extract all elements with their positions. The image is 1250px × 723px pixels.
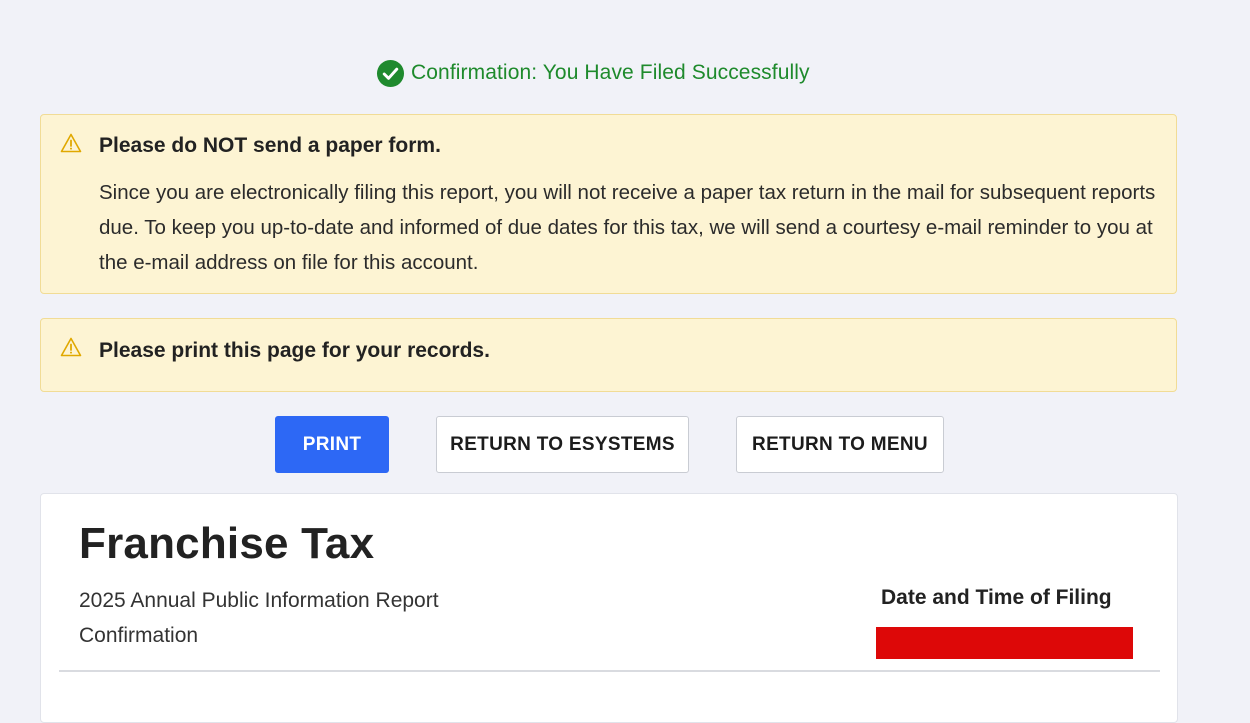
warning-icon [60,133,82,153]
print-button[interactable]: PRINT [275,416,389,473]
alert-title: Please print this page for your records. [99,339,490,362]
page-title: Franchise Tax [79,519,375,568]
warning-icon [60,337,82,357]
return-to-menu-button[interactable]: RETURN TO MENU [736,416,944,473]
report-type: Confirmation [79,624,199,647]
confirmation-text: Confirmation: You Have Filed Successfull… [411,61,810,84]
alert-title: Please do NOT send a paper form. [99,134,441,157]
paper-form-alert: Please do NOT send a paper form. Since y… [40,114,1177,294]
divider [59,670,1160,672]
return-to-esystems-button[interactable]: RETURN TO ESYSTEMS [436,416,689,473]
confirmation-banner: Confirmation: You Have Filed Successfull… [376,58,810,88]
filing-date-label: Date and Time of Filing [881,586,1112,609]
report-name: 2025 Annual Public Information Report [79,589,439,612]
filing-summary-card: Franchise Tax 2025 Annual Public Informa… [40,493,1178,723]
alert-body: Since you are electronically filing this… [99,181,1156,274]
report-subtitle: 2025 Annual Public Information Report Co… [79,583,439,653]
check-circle-icon [376,59,405,87]
print-records-alert: Please print this page for your records. [40,318,1177,392]
redacted-filing-date [876,627,1133,659]
